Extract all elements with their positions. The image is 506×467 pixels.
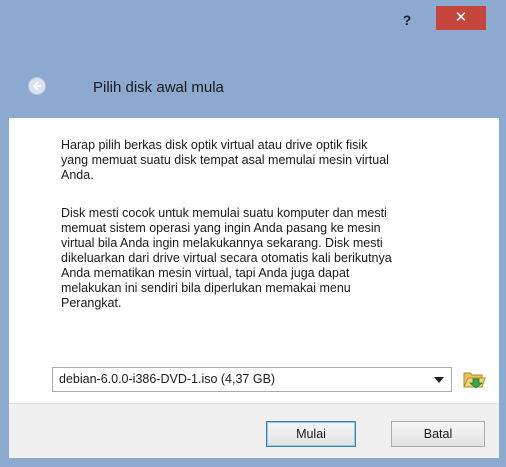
folder-open-icon[interactable] [462,368,486,390]
button-bar: Mulai Batal [9,403,499,458]
cancel-button[interactable]: Batal [391,421,485,447]
description-paragraph-1: Harap pilih berkas disk optik virtual at… [61,138,389,182]
disk-select-value: debian-6.0.0-i386-DVD-1.iso (4,37 GB) [59,372,276,386]
dialog-window: ? ✕ Pilih disk awal mula Harap pilih ber… [0,0,506,467]
close-button[interactable]: ✕ [436,6,486,30]
back-arrow-icon[interactable] [28,77,46,95]
chevron-down-icon[interactable] [434,377,444,383]
window-frame-bottom [0,458,506,467]
window-frame-left [0,118,9,467]
window-frame-right [499,118,506,467]
disk-select-combobox[interactable]: debian-6.0.0-i386-DVD-1.iso (4,37 GB) [52,367,452,392]
start-button[interactable]: Mulai [266,421,356,447]
wizard-content: Harap pilih berkas disk optik virtual at… [9,118,499,403]
description-paragraph-2: Disk mesti cocok untuk memulai suatu kom… [61,206,392,310]
title-bar: ? ✕ [0,0,506,35]
page-title: Pilih disk awal mula [93,79,224,96]
help-button[interactable]: ? [397,11,417,29]
wizard-header: Pilih disk awal mula [0,35,506,118]
